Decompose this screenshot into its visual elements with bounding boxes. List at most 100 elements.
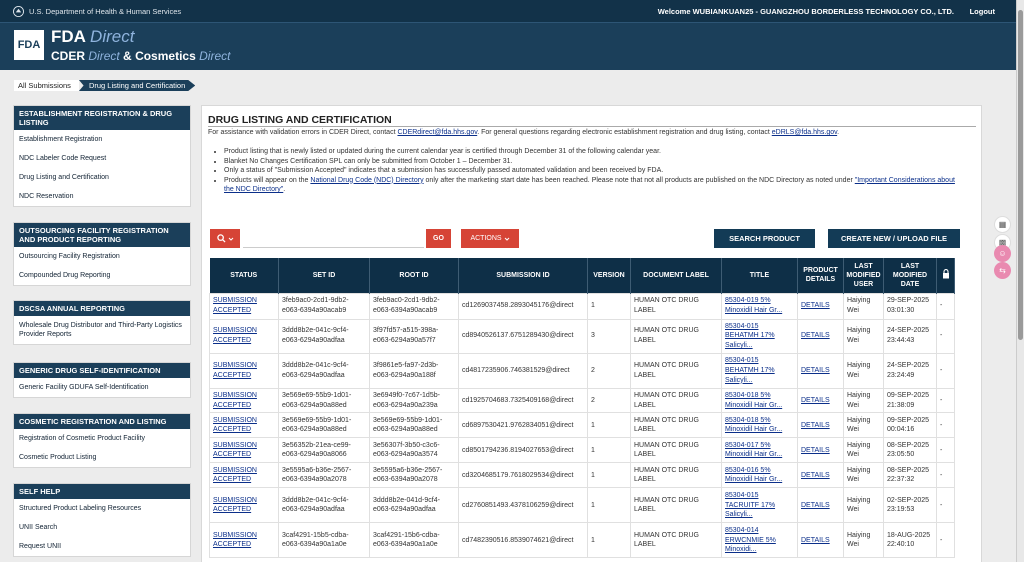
scrollbar-thumb[interactable] (1018, 10, 1023, 340)
sidebar-item-compounded-drug[interactable]: Compounded Drug Reporting (14, 266, 190, 285)
site-header: FDA FDA Direct CDER Direct & Cosmetics D… (0, 22, 1016, 70)
column-header[interactable]: DOCUMENT LABEL (630, 258, 722, 293)
cder-email-link[interactable]: CDERdirect@fda.hhs.gov (397, 129, 477, 136)
breadcrumb-all-submissions[interactable]: All Submissions (14, 80, 79, 91)
status-cell: SUBMISSION ACCEPTED (209, 387, 279, 414)
details-link[interactable]: DETAILS (801, 397, 830, 404)
chevron-down-icon (228, 237, 233, 241)
page-scrollbar[interactable] (1016, 0, 1024, 562)
details-link[interactable]: DETAILS (801, 422, 830, 429)
modified-date-cell: 29-SEP-2025 03:01:30 (883, 292, 937, 320)
status-link[interactable]: SUBMISSION ACCEPTED (213, 417, 257, 434)
status-link[interactable]: SUBMISSION ACCEPTED (213, 467, 257, 484)
title-link[interactable]: 85304-018 5% Minoxidil Hair Gr... (725, 417, 782, 434)
edrls-email-link[interactable]: eDRLS@fda.hhs.gov (772, 129, 837, 136)
search-dropdown-button[interactable] (210, 229, 240, 248)
status-link[interactable]: SUBMISSION ACCEPTED (213, 327, 257, 344)
table-row[interactable]: SUBMISSION ACCEPTED 3caf4291-15b5-cdba-e0… (209, 522, 955, 559)
details-link[interactable]: DETAILS (801, 367, 830, 374)
sidebar-item-wholesale-reports[interactable]: Wholesale Drug Distributor and Third-Par… (14, 316, 190, 344)
table-toolbar: GO ACTIONS SEARCH PRODUCT CREATE NEW / U… (209, 229, 971, 248)
table-row[interactable]: SUBMISSION ACCEPTED 3e5595a6-b36e-2567-e0… (209, 462, 955, 489)
sidebar-item-ndc-labeler[interactable]: NDC Labeler Code Request (14, 149, 190, 168)
status-link[interactable]: SUBMISSION ACCEPTED (213, 392, 257, 409)
sidebar-item-spl-resources[interactable]: Structured Product Labeling Resources (14, 499, 190, 518)
fda-logo[interactable]: FDA (14, 30, 44, 60)
sidebar-item-unii-search[interactable]: UNII Search (14, 518, 190, 537)
sidebar-item-gdufa[interactable]: Generic Facility GDUFA Self-Identificati… (14, 378, 190, 397)
status-link[interactable]: SUBMISSION ACCEPTED (213, 442, 257, 459)
submissions-table: STATUS SET ID ROOT ID SUBMISSION ID VERS… (209, 258, 955, 559)
sidebar-item-ndc-reservation[interactable]: NDC Reservation (14, 187, 190, 206)
column-header[interactable]: LAST MODIFIED DATE (883, 258, 937, 293)
title-link[interactable]: 85304-015 BEHATMH 17% Salicyli... (725, 357, 775, 384)
status-cell: SUBMISSION ACCEPTED (209, 487, 279, 524)
version-cell: 1 (587, 487, 631, 524)
status-cell: SUBMISSION ACCEPTED (209, 462, 279, 489)
title-link[interactable]: 85304-015 BEHATMH 17% Salicyli... (725, 323, 775, 350)
details-link[interactable]: DETAILS (801, 332, 830, 339)
search-product-button[interactable]: SEARCH PRODUCT (714, 229, 815, 248)
root-id-cell: 3f9861e5-fa97-2d3b-e063-6294a90a188f (369, 352, 459, 389)
submission-id-cell: cd8501794236.8194027653@direct (458, 437, 588, 464)
status-link[interactable]: SUBMISSION ACCEPTED (213, 532, 257, 549)
set-id-cell: 3ddd8b2e-041c-9cf4-e063-6294a90adfaa (278, 352, 370, 389)
column-header[interactable]: PRODUCT DETAILS (797, 258, 844, 293)
translate-icon[interactable]: ⇆ (994, 262, 1011, 279)
status-cell: SUBMISSION ACCEPTED (209, 292, 279, 320)
details-link[interactable]: DETAILS (801, 302, 830, 309)
breadcrumb: All Submissions Drug Listing and Certifi… (14, 80, 196, 91)
ndc-directory-link[interactable]: National Drug Code (NDC) Directory (310, 177, 423, 184)
version-cell: 1 (587, 522, 631, 559)
document-label-cell: HUMAN OTC DRUG LABEL (630, 462, 722, 489)
table-row[interactable]: SUBMISSION ACCEPTED 3ddd8b2e-041c-9cf4-e0… (209, 352, 955, 389)
table-row[interactable]: SUBMISSION ACCEPTED 3ddd8b2e-041c-9cf4-e0… (209, 318, 955, 354)
set-id-cell: 3ddd8b2e-041c-9cf4-e063-6294a90adfaa (278, 318, 370, 354)
sidebar-cosmetic: COSMETIC REGISTRATION AND LISTING Regist… (13, 413, 191, 468)
table-row[interactable]: SUBMISSION ACCEPTED 3e569e69-55b9-1d01-e0… (209, 412, 955, 439)
column-header[interactable]: STATUS (209, 258, 279, 293)
title-link[interactable]: 85304-015 TACRUITF 17% Salicyli... (725, 492, 775, 519)
column-header[interactable]: LAST MODIFIED USER (843, 258, 884, 293)
status-link[interactable]: SUBMISSION ACCEPTED (213, 362, 257, 379)
details-link[interactable]: DETAILS (801, 537, 830, 544)
qr-grid-icon[interactable]: ▦ (994, 216, 1011, 233)
logout-link[interactable]: Logout (970, 7, 995, 16)
title-cell: 85304-017 5% Minoxidil Hair Gr... (721, 437, 798, 464)
column-header[interactable]: VERSION (587, 258, 631, 293)
note-item: Only a status of "Submission Accepted" i… (224, 166, 956, 176)
hhs-agency[interactable]: U.S. Department of Health & Human Servic… (13, 6, 181, 17)
title-link[interactable]: 85304-016 5% Minoxidil Hair Gr... (725, 467, 782, 484)
note-item: Product listing that is newly listed or … (224, 147, 956, 157)
details-link[interactable]: DETAILS (801, 502, 830, 509)
status-link[interactable]: SUBMISSION ACCEPTED (213, 297, 257, 314)
title-link[interactable]: 85304-014 ERWCNMIE 5% Minoxidi... (725, 527, 776, 554)
column-header[interactable]: SET ID (278, 258, 370, 293)
details-link[interactable]: DETAILS (801, 447, 830, 454)
table-row[interactable]: SUBMISSION ACCEPTED 3e56352b-21ea-ce99-e0… (209, 437, 955, 464)
column-header[interactable]: ROOT ID (369, 258, 459, 293)
title-link[interactable]: 85304-017 5% Minoxidil Hair Gr... (725, 442, 782, 459)
search-input[interactable] (243, 229, 424, 248)
create-upload-button[interactable]: CREATE NEW / UPLOAD FILE (828, 229, 960, 248)
table-row[interactable]: SUBMISSION ACCEPTED 3e569e69-55b9-1d01-e0… (209, 387, 955, 414)
status-cell: SUBMISSION ACCEPTED (209, 437, 279, 464)
column-header[interactable]: TITLE (721, 258, 798, 293)
status-link[interactable]: SUBMISSION ACCEPTED (213, 497, 257, 514)
details-link[interactable]: DETAILS (801, 472, 830, 479)
actions-button[interactable]: ACTIONS (461, 229, 519, 248)
go-button[interactable]: GO (426, 229, 451, 248)
title-link[interactable]: 85304-018 5% Minoxidil Hair Gr... (725, 392, 782, 409)
sidebar-item-cosmetic-listing[interactable]: Cosmetic Product Listing (14, 448, 190, 467)
title-link[interactable]: 85304-019 5% Minoxidil Hair Gr... (725, 297, 782, 314)
column-header[interactable]: SUBMISSION ID (458, 258, 588, 293)
sidebar-item-cosmetic-facility[interactable]: Registration of Cosmetic Product Facilit… (14, 429, 190, 448)
table-row[interactable]: SUBMISSION ACCEPTED 3feb9ac0-2cd1-9db2-e0… (209, 292, 955, 320)
sidebar-item-outsourcing-registration[interactable]: Outsourcing Facility Registration (14, 247, 190, 266)
lock-cell: - (936, 352, 955, 389)
sidebar-item-establishment-registration[interactable]: Establishment Registration (14, 130, 190, 149)
pink-assistant-icon[interactable]: ☺ (994, 245, 1011, 262)
sidebar-item-request-unii[interactable]: Request UNII (14, 537, 190, 556)
table-row[interactable]: SUBMISSION ACCEPTED 3ddd8b2e-041c-9cf4-e0… (209, 487, 955, 524)
sidebar-item-drug-listing[interactable]: Drug Listing and Certification (14, 168, 190, 187)
